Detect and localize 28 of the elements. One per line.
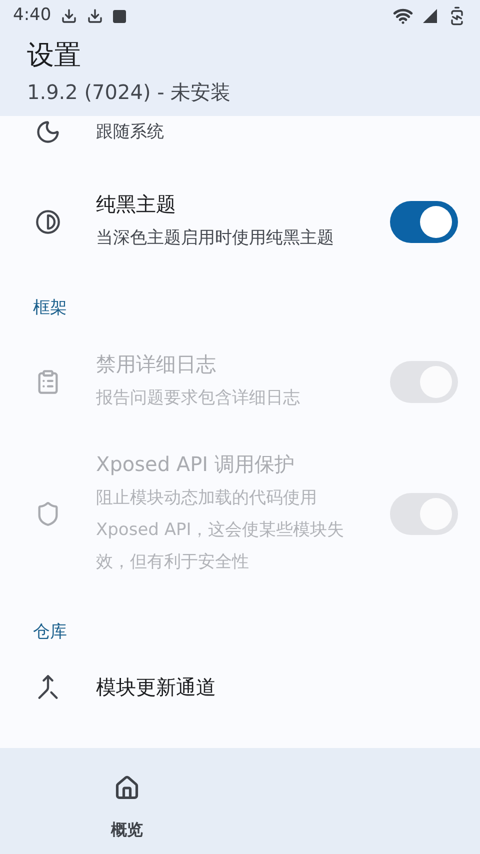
page-title: 设置 <box>26 39 82 73</box>
section-heading: 框架 <box>32 297 68 320</box>
setting-title: 禁用详细日志 <box>96 350 217 378</box>
download-icon <box>87 8 104 24</box>
setting-description: 报告问题要求包含详细日志 <box>96 386 301 410</box>
setting-title: 模块更新通道 <box>96 674 217 701</box>
settings-row[interactable]: 模块更新通道 <box>0 655 480 719</box>
nav-item[interactable]: 概览 <box>0 748 254 854</box>
setting-description: 阻止模块动态加载的代码使用 Xposed API，这会使某些模块失效，但有利于安全性 <box>96 486 346 574</box>
home-icon <box>114 775 140 801</box>
status-time: 4:40 <box>13 4 52 28</box>
wifi-icon <box>393 6 413 26</box>
moon-icon <box>35 119 61 145</box>
setting-description: 当深色主题启用时使用纯黑主题 <box>96 227 335 250</box>
setting-title: Xposed API 调用保护 <box>96 450 296 478</box>
signal-icon <box>423 9 437 23</box>
nav-label: 概览 <box>111 819 143 841</box>
half-circle-icon <box>35 209 61 235</box>
setting-description: 跟随系统 <box>96 121 165 144</box>
setting-title: 纯黑主题 <box>96 191 177 218</box>
settings-row[interactable]: 纯黑主题 当深色主题启用时使用纯黑主题 <box>0 172 480 272</box>
section-heading: 仓库 <box>32 620 68 644</box>
download-icon <box>61 8 78 24</box>
merge-arrow-icon <box>35 674 61 700</box>
settings-row[interactable]: 跟随系统 <box>0 116 480 172</box>
version-subtitle: 1.9.2 (7024) - 未安装 <box>26 79 232 105</box>
toggle-switch[interactable] <box>390 201 458 243</box>
keyboard-notification-icon <box>113 10 126 22</box>
